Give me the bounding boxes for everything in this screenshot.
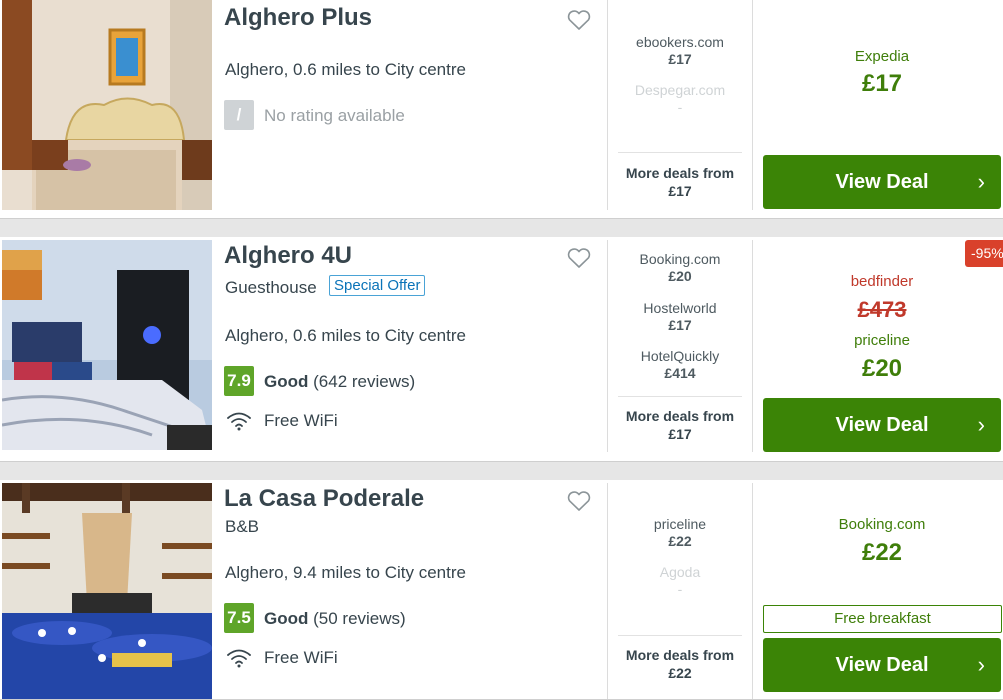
heart-outline-icon[interactable]	[566, 489, 592, 513]
property-type: B&B	[225, 517, 260, 536]
more-deals-price: £17	[668, 426, 692, 442]
hotel-photo[interactable]	[2, 483, 212, 699]
more-deals-price: £17	[668, 183, 692, 199]
deal-item[interactable]: Despegar.com -	[610, 82, 750, 116]
review-count: (642 reviews)	[313, 372, 416, 391]
free-breakfast-tag: Free breakfast	[763, 605, 1002, 633]
hotel-card: Alghero Plus Alghero, 0.6 miles to City …	[0, 0, 1003, 219]
best-deal-provider: Booking.com	[838, 516, 926, 533]
view-deal-button[interactable]: View Deal ›	[763, 155, 1001, 209]
deal-item[interactable]: Booking.com £20	[610, 251, 750, 285]
hotel-card: Alghero 4U Guesthouse Special Offer Algh…	[0, 237, 1003, 462]
hotel-location[interactable]: Alghero, 0.6 miles to City centre	[225, 60, 466, 80]
hotel-name[interactable]: Alghero 4U	[224, 242, 352, 270]
review-count: (50 reviews)	[313, 609, 406, 628]
heart-outline-icon[interactable]	[566, 8, 592, 32]
deal-price: £17	[668, 317, 692, 333]
more-deals-link[interactable]: More deals from £17	[610, 164, 750, 200]
heart-outline-icon[interactable]	[566, 246, 592, 270]
deal-provider: priceline	[653, 516, 707, 532]
special-offer-badge[interactable]: Special Offer	[329, 275, 426, 296]
hotel-card: La Casa Poderale B&B Alghero, 9.4 miles …	[0, 480, 1003, 700]
more-deals-label: More deals from	[625, 408, 735, 424]
deal-item[interactable]: Agoda -	[610, 564, 750, 598]
deal-item[interactable]: ebookers.com £17	[610, 34, 750, 68]
rating-word: Good	[264, 372, 309, 391]
deal-item[interactable]: Hostelworld £17	[610, 300, 750, 334]
deal-price: £17	[668, 51, 692, 67]
best-deal-provider: priceline	[854, 332, 910, 349]
more-deals-label: More deals from	[625, 647, 735, 663]
wifi-icon	[227, 649, 251, 668]
more-deals-price: £22	[668, 665, 692, 681]
hotel-name[interactable]: La Casa Poderale	[224, 485, 424, 513]
amenity-wifi: Free WiFi	[264, 648, 338, 667]
view-deal-button[interactable]: View Deal ›	[763, 638, 1001, 692]
view-deal-label: View Deal	[835, 654, 929, 676]
deal-provider: Despegar.com	[634, 82, 726, 98]
wifi-icon	[227, 412, 251, 431]
divider	[752, 240, 753, 452]
discount-badge: -95%	[965, 240, 1003, 267]
chevron-right-icon: ›	[977, 412, 985, 437]
deal-provider: Hostelworld	[643, 300, 717, 316]
amenity-wifi: Free WiFi	[264, 411, 338, 430]
rating-badge: /	[224, 100, 254, 130]
deal-provider: Booking.com	[639, 251, 721, 267]
view-deal-label: View Deal	[835, 171, 929, 193]
rating-badge: 7.5	[224, 603, 254, 633]
best-deal-price: £20	[861, 355, 903, 382]
rating-text: No rating available	[264, 106, 405, 125]
chevron-right-icon: ›	[977, 169, 985, 194]
chevron-right-icon: ›	[977, 652, 985, 677]
divider	[607, 0, 608, 210]
deal-price: £22	[668, 533, 692, 549]
original-price: £473	[857, 297, 907, 322]
hotel-location[interactable]: Alghero, 0.6 miles to City centre	[225, 326, 466, 346]
deal-provider: ebookers.com	[636, 34, 724, 50]
deal-price: £414	[664, 365, 696, 381]
hotel-name[interactable]: Alghero Plus	[224, 4, 372, 32]
deal-price: -	[677, 99, 683, 115]
hotel-photo[interactable]	[2, 0, 212, 210]
view-deal-button[interactable]: View Deal ›	[763, 398, 1001, 452]
best-deal-provider: Expedia	[854, 48, 910, 65]
deal-item[interactable]: HotelQuickly £414	[610, 348, 750, 382]
deal-item[interactable]: priceline £22	[610, 516, 750, 550]
rating-badge: 7.9	[224, 366, 254, 396]
view-deal-label: View Deal	[835, 414, 929, 436]
deal-price: £20	[668, 268, 692, 284]
best-deal-price: £17	[861, 70, 903, 97]
more-deals-link[interactable]: More deals from £17	[610, 407, 750, 443]
best-deal-price: £22	[861, 539, 903, 566]
divider	[752, 0, 753, 210]
rating-text[interactable]: Good (642 reviews)	[264, 372, 415, 392]
divider	[618, 152, 742, 153]
rating-word: Good	[264, 609, 309, 628]
divider	[618, 635, 742, 636]
deal-price: -	[677, 581, 683, 597]
deal-provider: Agoda	[659, 564, 701, 580]
deal-provider: HotelQuickly	[640, 348, 720, 364]
divider	[752, 483, 753, 699]
divider	[618, 396, 742, 397]
divider	[607, 240, 608, 452]
rating-text[interactable]: Good (50 reviews)	[264, 609, 406, 629]
more-deals-link[interactable]: More deals from £22	[610, 646, 750, 682]
hotel-photo[interactable]	[2, 240, 212, 450]
hotel-location[interactable]: Alghero, 9.4 miles to City centre	[225, 563, 466, 583]
divider	[607, 483, 608, 699]
property-type: Guesthouse	[225, 278, 317, 297]
more-deals-label: More deals from	[625, 165, 735, 181]
original-price-provider: bedfinder	[850, 273, 914, 290]
